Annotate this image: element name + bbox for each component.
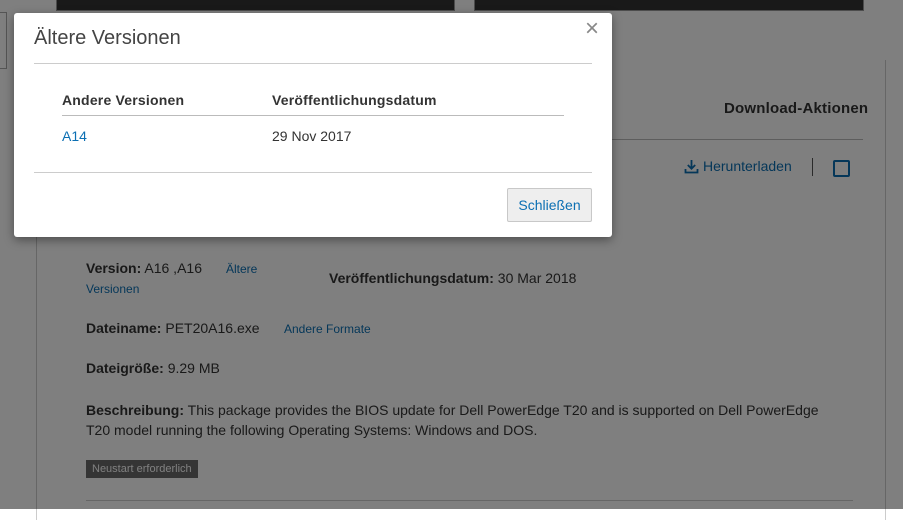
- table-header-divider: [62, 115, 564, 116]
- older-versions-modal: Ältere Versionen × Andere Versionen Verö…: [14, 13, 612, 237]
- close-button[interactable]: Schließen: [507, 188, 592, 222]
- modal-footer-divider: [34, 172, 592, 173]
- modal-title: Ältere Versionen: [34, 27, 181, 49]
- close-icon[interactable]: ×: [585, 17, 599, 41]
- version-release-date: 29 Nov 2017: [272, 128, 352, 144]
- modal-header-divider: [34, 63, 592, 64]
- version-link-a14[interactable]: A14: [62, 128, 87, 144]
- column-header-versions: Andere Versionen: [62, 92, 185, 108]
- column-header-release-date: Veröffentlichungsdatum: [272, 92, 437, 108]
